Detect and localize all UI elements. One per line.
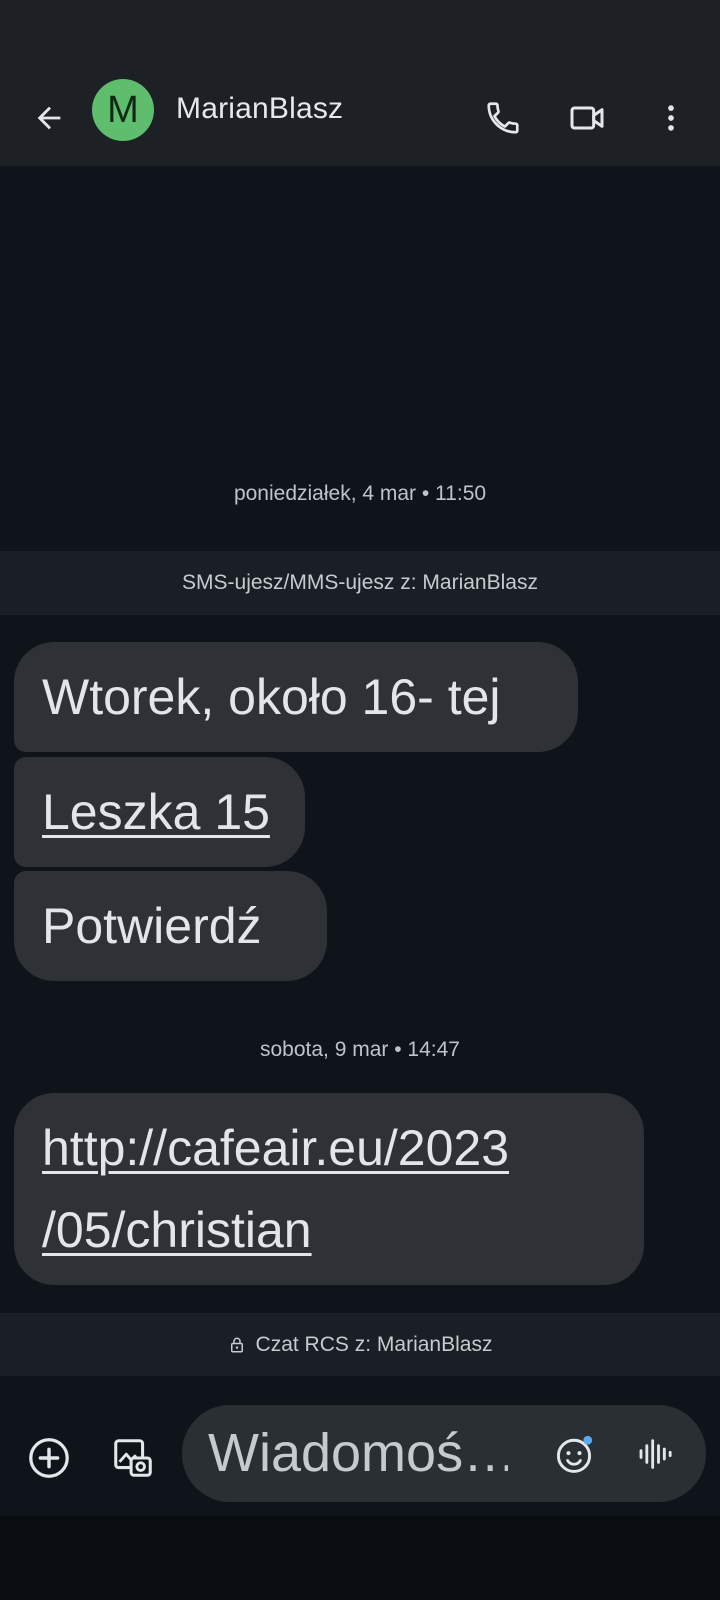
- back-button[interactable]: [25, 94, 73, 142]
- rcs-info-text: Czat RCS z: MarianBlasz: [255, 1333, 493, 1356]
- more-options-button[interactable]: [647, 94, 695, 142]
- add-attachment-button[interactable]: [25, 1434, 73, 1482]
- sms-info-text: SMS-ujesz/MMS-ujesz z: MarianBlasz: [182, 571, 538, 594]
- lock-icon: [228, 1335, 246, 1355]
- avatar-letter: M: [107, 88, 139, 131]
- video-call-button[interactable]: [563, 94, 611, 142]
- voice-message-button[interactable]: [632, 1430, 680, 1478]
- message-bubble[interactable]: Leszka 15: [14, 757, 305, 867]
- top-app-bar: M MarianBlasz: [0, 70, 720, 166]
- message-compose-field[interactable]: [182, 1405, 706, 1502]
- rcs-info-banner: Czat RCS z: MarianBlasz: [0, 1313, 720, 1377]
- sms-info-banner: SMS-ujesz/MMS-ujesz z: MarianBlasz: [0, 551, 720, 615]
- back-arrow-icon: [37, 106, 61, 130]
- emoji-button[interactable]: [550, 1430, 598, 1478]
- message-text: Wtorek, około 16- tej: [42, 669, 501, 725]
- navigation-bar: [0, 1516, 720, 1600]
- message-bubble[interactable]: Wtorek, około 16- tej: [14, 642, 578, 752]
- url-line-2: /05/christian: [42, 1202, 312, 1258]
- call-button[interactable]: [479, 94, 527, 142]
- message-text: Potwierdź: [42, 898, 262, 954]
- messages-screen: M MarianBlasz poniedziałek, 4 mar • 11:5…: [0, 0, 720, 1600]
- phone-icon: [487, 102, 519, 134]
- address-link[interactable]: Leszka 15: [42, 784, 270, 840]
- gallery-button[interactable]: [109, 1434, 157, 1482]
- video-camera-icon: [570, 106, 604, 130]
- date-separator: sobota, 9 mar • 14:47: [260, 1038, 460, 1061]
- more-vert-icon: [668, 105, 674, 131]
- message-bubble[interactable]: http://cafeair.eu/2023 /05/christian: [14, 1093, 644, 1285]
- emoji-icon: [556, 1435, 593, 1473]
- url-link[interactable]: http://cafeair.eu/2023 /05/christian: [42, 1120, 509, 1258]
- add-circle-icon: [29, 1438, 69, 1478]
- voice-wave-icon: [639, 1439, 672, 1469]
- url-line-1: http://cafeair.eu/2023: [42, 1120, 510, 1176]
- date-separator: poniedziałek, 4 mar • 11:50: [233, 482, 487, 505]
- message-bubble[interactable]: Potwierdź: [14, 871, 327, 981]
- contact-avatar[interactable]: M: [92, 79, 154, 141]
- status-bar: [0, 0, 720, 70]
- message-input[interactable]: [208, 1421, 508, 1485]
- gallery-icon: [114, 1439, 152, 1477]
- contact-name[interactable]: MarianBlasz: [176, 92, 343, 126]
